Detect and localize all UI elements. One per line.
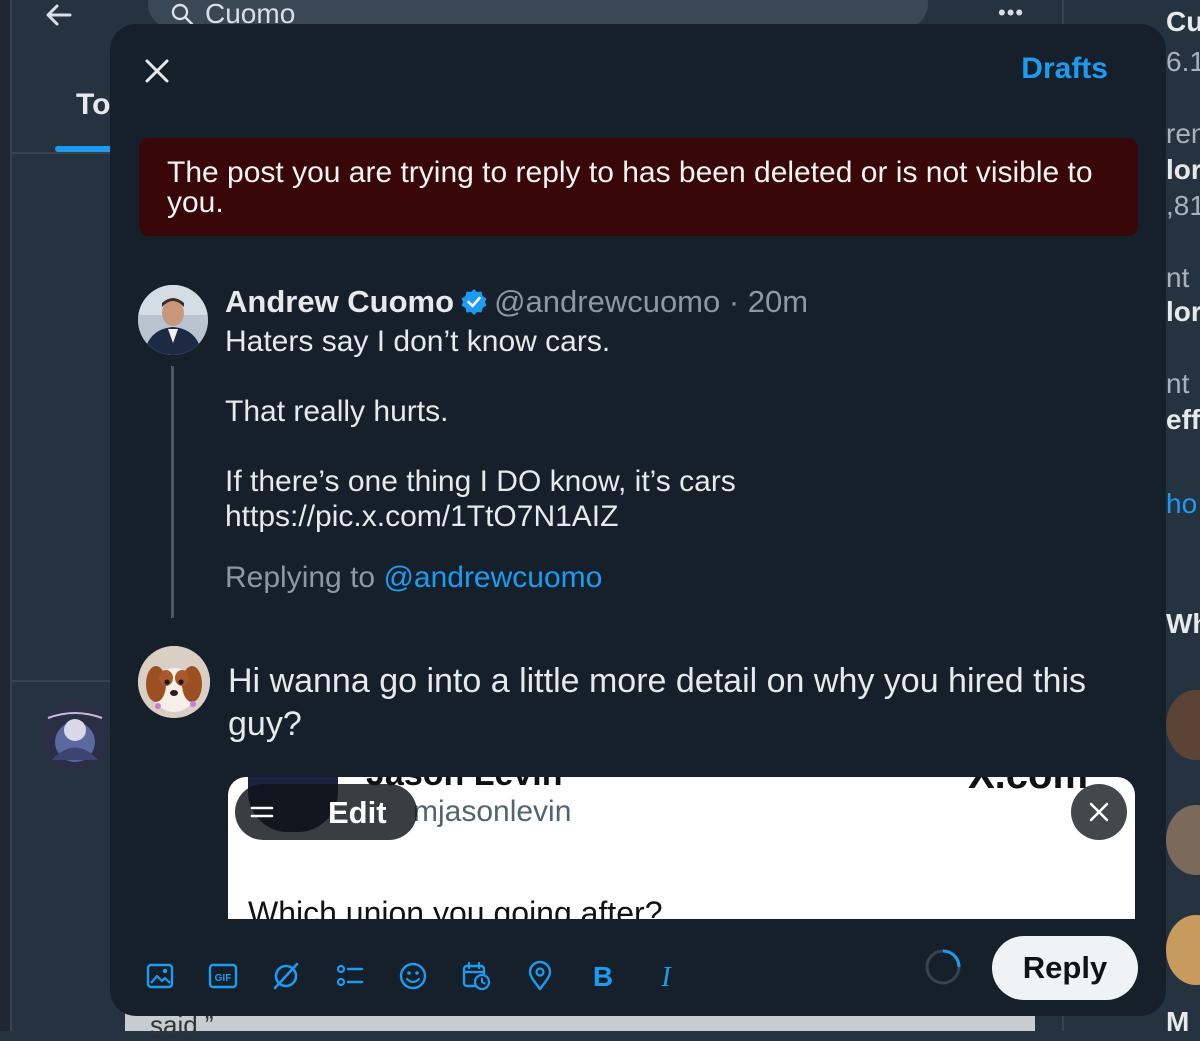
media-text: X.com [968,777,1088,798]
background-divider [10,0,12,1031]
replying-mention-link[interactable]: @andrewcuomo [383,561,602,594]
replying-prefix: Replying to [225,561,384,594]
tab-top[interactable]: To [76,88,110,122]
replying-to: Replying to @andrewcuomo [225,561,602,595]
character-count-ring-icon [924,948,962,986]
sidebar-fragment: lor [1166,154,1200,185]
drag-handle-icon [250,806,274,818]
gif-label: GIF [215,973,232,984]
sidebar-fragment: eff [1166,404,1200,435]
author-handle-time: @andrewcuomo · 20m [494,284,809,319]
alert-message: The post you are trying to reply to has … [167,156,1093,219]
sidebar-fragment: nt [1166,262,1190,293]
sidebar-fragment: ho [1166,488,1198,519]
reply-button[interactable]: Reply [992,936,1138,1000]
post-line: That really hurts. [225,395,449,428]
image-icon[interactable] [144,960,176,992]
avatar[interactable] [138,285,208,355]
thread-line [171,366,174,618]
more-options-icon[interactable]: ••• [998,0,1024,26]
sidebar-fragment: ,81 [1166,190,1200,221]
poll-icon[interactable] [334,960,366,992]
deleted-post-alert: The post you are trying to reply to has … [139,138,1138,236]
drafts-button[interactable]: Drafts [1021,52,1108,86]
schedule-icon[interactable] [460,960,492,992]
sidebar-fragment: Cuo [1166,6,1200,37]
compose-text-input[interactable]: Hi wanna go into a little more detail on… [228,660,1108,746]
sidebar-fragment: lor [1166,296,1200,327]
avatar[interactable] [1166,805,1200,875]
sidebar-fragment: M [1166,1006,1190,1031]
post-header: Andrew Cuomo @andrewcuomo · 20m [225,284,808,324]
location-icon[interactable] [524,960,556,992]
verified-badge-icon [460,288,488,324]
sidebar-fragment: Wh [1166,608,1200,639]
background-divider [12,680,112,682]
emoji-icon[interactable] [397,960,429,992]
post-text: Haters say I don’t know cars. That reall… [225,324,1105,534]
edit-label: Edit [328,795,387,830]
media-text: Which union you going after? [248,895,663,919]
avatar[interactable] [138,646,210,718]
post-link[interactable]: https://pic.x.com/1TtO7N1AIZ [225,499,1105,534]
avatar[interactable] [1166,690,1200,760]
avatar[interactable] [1166,915,1200,985]
media-text: mjasonlevin [413,795,572,828]
post-line: If there’s one thing I DO know, it’s car… [225,465,736,498]
close-icon [1089,802,1109,822]
post-line: Haters say I don’t know cars. [225,325,611,358]
sidebar-fragment: 6.1 [1166,46,1200,77]
avatar[interactable] [40,700,110,770]
sidebar-fragment: nt [1166,368,1190,399]
edit-media-button[interactable]: Edit [235,784,417,840]
remove-media-button[interactable] [1071,784,1127,840]
gif-icon[interactable]: GIF [207,960,239,992]
close-icon[interactable] [140,54,174,88]
author-name[interactable]: Andrew Cuomo [225,284,454,319]
italic-icon[interactable]: I [650,960,682,993]
italic-label: I [660,962,672,992]
bold-label: B [593,961,613,992]
right-sidebar: Cuo 6.1 ren lor ,81 nt lor nt eff ho Wh … [1166,0,1200,1031]
search-icon [170,2,194,26]
bold-icon[interactable]: B [587,960,619,992]
reply-modal: Drafts The post you are trying to reply … [110,24,1166,1016]
back-arrow-icon[interactable] [44,0,76,30]
grok-icon[interactable] [270,960,302,992]
sidebar-fragment: ren [1166,118,1200,149]
